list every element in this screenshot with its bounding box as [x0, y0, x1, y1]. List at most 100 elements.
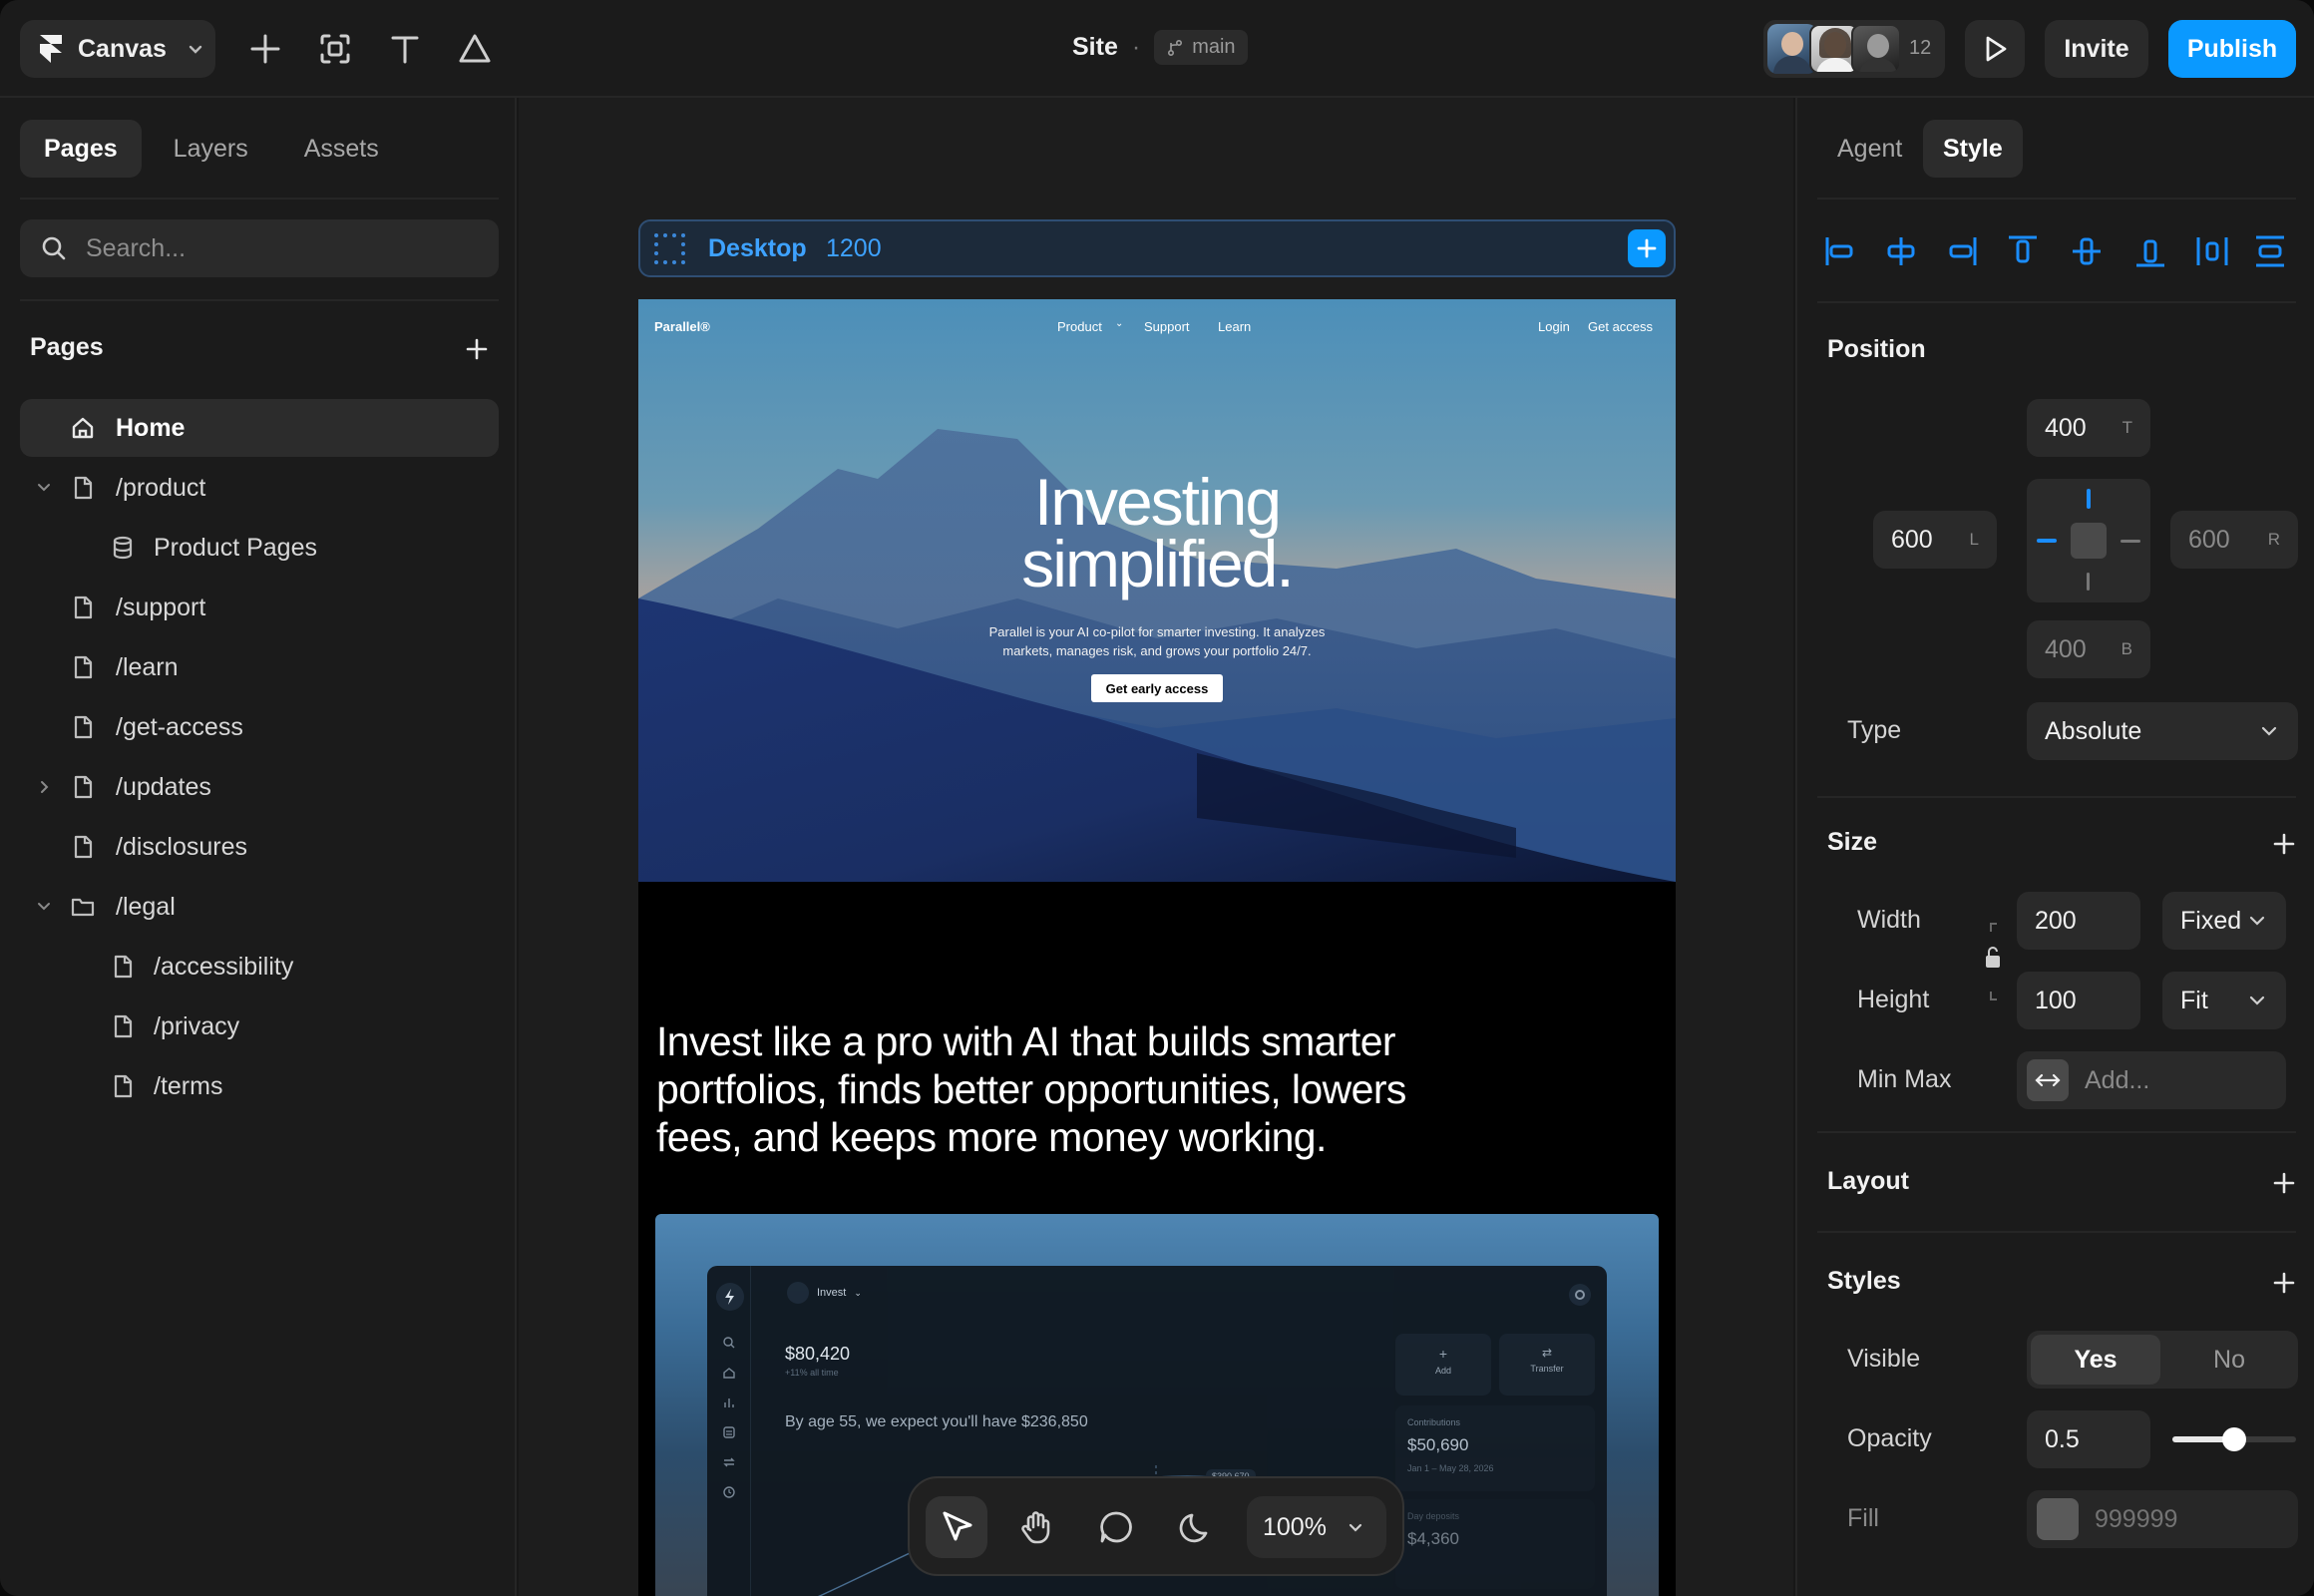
width-mode-select[interactable]: Fixed [2162, 892, 2286, 950]
constraint-right-pin[interactable] [2121, 540, 2140, 543]
hero-subtitle-line: markets, manages risk, and grows your po… [1002, 643, 1312, 658]
hero-subtitle-line: Parallel is your AI co-pilot for smarter… [988, 624, 1326, 639]
distribute-vertical-icon[interactable] [2250, 231, 2290, 271]
collaborators-group[interactable]: 12 [1763, 20, 1945, 78]
height-input[interactable]: 100 [2017, 972, 2140, 1029]
constraint-widget[interactable] [2027, 479, 2150, 602]
page-item-label: /privacy [154, 1011, 240, 1040]
chevron-down-icon[interactable] [34, 478, 54, 498]
desktop-frame[interactable]: Parallel® Product ⌄ Support Learn Login … [638, 299, 1676, 1596]
tab-assets[interactable]: Assets [280, 120, 403, 178]
page-item-disclosures[interactable]: /disclosures [20, 818, 499, 876]
publish-button[interactable]: Publish [2168, 20, 2296, 78]
opacity-slider[interactable] [2172, 1427, 2296, 1451]
hand-tool-button[interactable] [1005, 1496, 1067, 1558]
page-item-product[interactable]: /product [20, 459, 499, 517]
constraint-left-pin[interactable] [2037, 539, 2057, 543]
invite-button[interactable]: Invite [2045, 20, 2148, 78]
balance-subtitle: +11% all time [785, 1368, 839, 1378]
align-center-vertical-icon[interactable] [2067, 231, 2107, 271]
site-nav-product: Product [1057, 319, 1102, 334]
add-page-button[interactable] [459, 331, 495, 367]
app-menu-button[interactable]: Canvas [20, 20, 215, 78]
align-center-horizontal-icon[interactable] [1881, 231, 1921, 271]
frame-icon [320, 34, 350, 64]
chevron-right-icon[interactable] [34, 777, 54, 797]
add-layout-button[interactable] [2266, 1165, 2302, 1201]
add-style-button[interactable] [2266, 1265, 2302, 1301]
page-item-terms[interactable]: /terms [20, 1057, 499, 1115]
transfer-label: Transfer [1530, 1364, 1564, 1374]
grid-dots-icon [654, 233, 685, 264]
contributions-range: Jan 1 – May 28, 2026 [1407, 1463, 1494, 1473]
chevron-down-icon: ⌄ [854, 1287, 862, 1298]
page-item-privacy[interactable]: /privacy [20, 998, 499, 1055]
insert-button[interactable] [237, 21, 293, 77]
opacity-input[interactable]: 0.5 [2027, 1410, 2150, 1468]
position-type-select[interactable]: Absolute [2027, 702, 2298, 760]
chevron-down-icon [1349, 1523, 1362, 1532]
width-input[interactable]: 200 [2017, 892, 2140, 950]
page-item-get-access[interactable]: /get-access [20, 698, 499, 756]
text-tool-button[interactable] [377, 21, 433, 77]
align-top-icon[interactable] [2003, 231, 2043, 271]
folder-icon [71, 898, 95, 917]
fill-swatch[interactable] [2037, 1498, 2079, 1540]
zoom-value: 100% [1263, 1512, 1327, 1541]
framer-logo-icon [40, 35, 62, 63]
page-item-home[interactable]: Home [20, 399, 499, 457]
branch-icon [1168, 39, 1183, 56]
dark-mode-button[interactable] [1165, 1496, 1227, 1558]
page-item-support[interactable]: /support [20, 579, 499, 636]
page-item-updates[interactable]: /updates [20, 758, 499, 816]
fill-input[interactable]: 999999 [2027, 1490, 2298, 1548]
page-item-label: Product Pages [154, 533, 317, 562]
avatar [1851, 24, 1901, 74]
aspect-lock-icon[interactable] [1981, 920, 2007, 1003]
cube-icon [787, 1282, 809, 1304]
zoom-select[interactable]: 100% [1247, 1496, 1386, 1558]
add-size-button[interactable] [2266, 826, 2302, 862]
page-item-product-pages[interactable]: Product Pages [20, 519, 499, 577]
tab-style[interactable]: Style [1923, 120, 2023, 178]
tab-pages[interactable]: Pages [20, 120, 142, 178]
plus-icon [466, 338, 488, 360]
constraint-top-pin[interactable] [2087, 489, 2091, 509]
distribute-horizontal-icon[interactable] [2192, 231, 2232, 271]
height-mode-select[interactable]: Fit [2162, 972, 2286, 1029]
align-right-icon[interactable] [1941, 231, 1981, 271]
min-max-input[interactable]: Add... [2017, 1051, 2286, 1109]
position-top-input[interactable]: 400 T [2027, 399, 2150, 457]
position-left-input[interactable]: 600 L [1873, 511, 1997, 569]
search-input[interactable]: Search... [20, 219, 499, 277]
visible-no-option[interactable]: No [2164, 1335, 2294, 1385]
position-bottom-input[interactable]: 400 B [2027, 620, 2150, 678]
preview-button[interactable] [1965, 20, 2025, 78]
constraint-bottom-pin[interactable] [2087, 573, 2090, 591]
branch-badge[interactable]: main [1154, 30, 1248, 65]
page-item-learn[interactable]: /learn [20, 638, 499, 696]
position-right-input[interactable]: 600 R [2170, 511, 2298, 569]
select-tool-button[interactable] [926, 1496, 987, 1558]
page-icon [74, 835, 93, 859]
page-item-legal[interactable]: /legal [20, 878, 499, 936]
plus-icon [1637, 238, 1657, 258]
align-bottom-icon[interactable] [2130, 231, 2170, 271]
opacity-slider-thumb[interactable] [2222, 1427, 2246, 1451]
comment-tool-button[interactable] [1085, 1496, 1147, 1558]
site-cta-button[interactable]: Get early access [1091, 674, 1223, 702]
site-title-area[interactable]: Site · main [1072, 30, 1248, 65]
visible-yes-option[interactable]: Yes [2031, 1335, 2160, 1385]
add-breakpoint-button[interactable] [1628, 229, 1666, 267]
breakpoint-bar[interactable]: Desktop 1200 [638, 219, 1676, 277]
play-icon [1986, 36, 2007, 62]
left-panel: Pages Layers Assets Search... Pages Home… [0, 98, 517, 1596]
frame-tool-button[interactable] [307, 21, 363, 77]
tab-layers[interactable]: Layers [150, 120, 272, 178]
page-item-accessibility[interactable]: /accessibility [20, 938, 499, 996]
align-left-icon[interactable] [1821, 231, 1861, 271]
chevron-down-icon[interactable] [34, 897, 54, 917]
vector-tool-button[interactable] [447, 21, 503, 77]
hero-heading-line: Investing [1033, 465, 1282, 539]
tab-agent[interactable]: Agent [1817, 120, 1922, 178]
